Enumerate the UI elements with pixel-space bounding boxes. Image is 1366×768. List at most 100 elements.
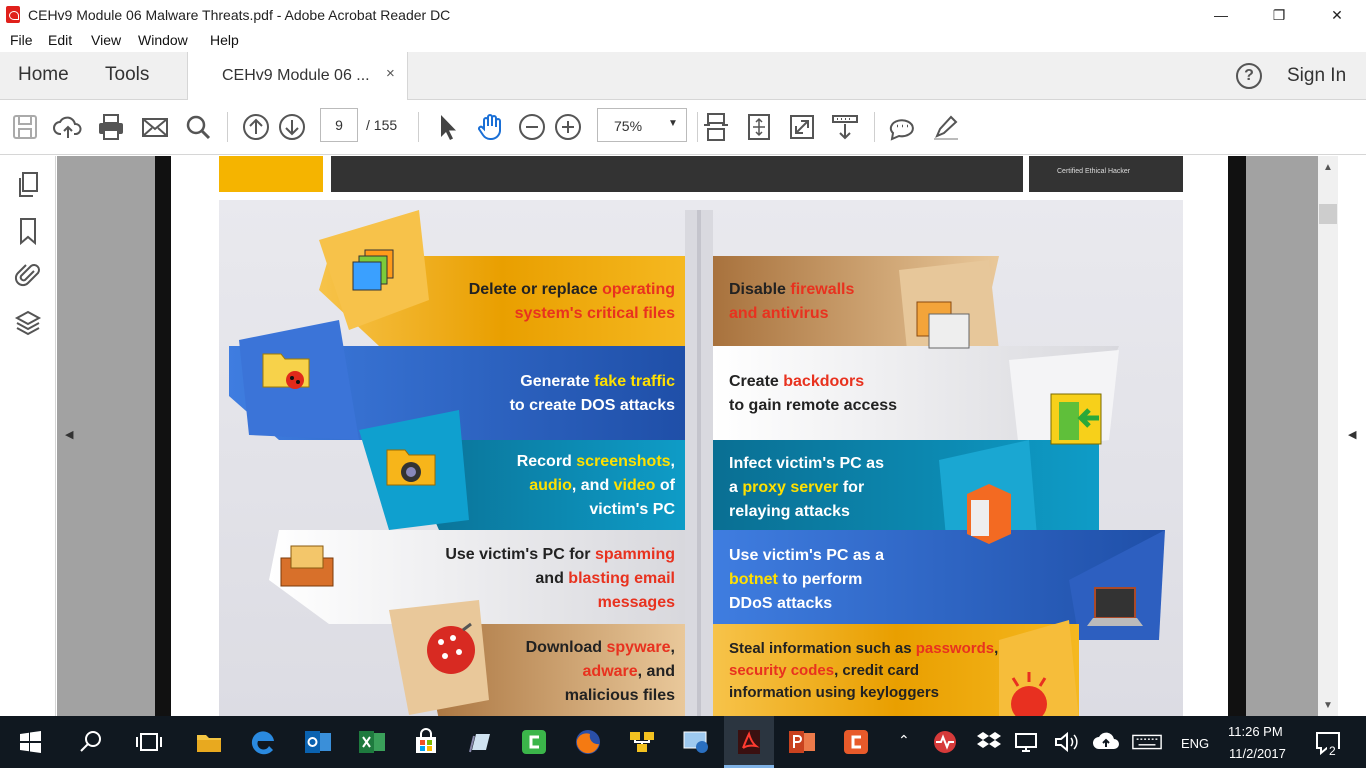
task-view-icon[interactable]	[133, 726, 165, 758]
menu-window[interactable]: Window	[138, 32, 188, 48]
close-window-button[interactable]: ✕	[1308, 0, 1366, 30]
edge-browser-icon[interactable]	[247, 726, 279, 758]
scroll-up-icon[interactable]: ▲	[1323, 162, 1333, 173]
text-segment: to gain remote access	[729, 397, 898, 414]
text-segment: Record	[516, 453, 577, 470]
minimize-button[interactable]: —	[1192, 0, 1250, 30]
vertical-scrollbar[interactable]: ▲ ▼	[1318, 156, 1338, 716]
activity-monitor-icon[interactable]	[929, 726, 957, 758]
dropbox-icon[interactable]	[973, 726, 1001, 758]
zoom-out-icon[interactable]	[516, 111, 548, 143]
select-cursor-icon[interactable]	[432, 111, 464, 143]
menu-edit[interactable]: Edit	[48, 32, 72, 48]
page-number-input[interactable]: 9	[320, 108, 358, 142]
scroll-down-icon[interactable]: ▼	[1323, 700, 1333, 711]
firefox-icon[interactable]	[572, 726, 604, 758]
text-segment: messages	[597, 594, 675, 611]
remote-desktop-icon[interactable]	[680, 726, 712, 758]
full-screen-icon[interactable]	[786, 111, 818, 143]
next-page-icon[interactable]	[276, 111, 308, 143]
search-icon[interactable]	[182, 111, 214, 143]
save-icon[interactable]	[9, 111, 41, 143]
input-language[interactable]: ENG	[1181, 736, 1209, 751]
menu-file[interactable]: File	[10, 32, 33, 48]
fit-page-icon[interactable]	[743, 111, 775, 143]
text-segment: Create	[729, 373, 784, 390]
menu-view[interactable]: View	[91, 32, 121, 48]
text-line: security codes, credit card	[729, 660, 1049, 682]
document-margin-right	[1246, 156, 1318, 716]
toolbar-separator	[697, 112, 698, 142]
read-mode-icon[interactable]	[829, 111, 861, 143]
menu-bar: File Edit View Window Help	[0, 30, 1366, 52]
collapse-left-pane-icon[interactable]: ◀	[65, 428, 73, 441]
text-line: Disable firewalls	[729, 278, 1029, 302]
scrollbar-thumb[interactable]	[1319, 204, 1337, 224]
search-icon[interactable]	[75, 726, 107, 758]
chevron-down-icon: ▼	[668, 118, 678, 129]
powerpoint-icon[interactable]	[786, 726, 818, 758]
text-segment: ,	[670, 639, 675, 656]
camtasia-icon[interactable]	[518, 726, 550, 758]
zoom-select[interactable]: 75% ▼	[597, 108, 687, 142]
tab-bar: Home Tools CEHv9 Module 06 ... × ? Sign …	[0, 52, 1366, 100]
menu-help[interactable]: Help	[210, 32, 239, 48]
layers-icon[interactable]	[14, 308, 42, 338]
cloud-upload-icon[interactable]	[52, 111, 84, 143]
scrolling-mode-icon[interactable]	[700, 111, 732, 143]
network-tool-icon[interactable]	[626, 726, 658, 758]
text-line: and antivirus	[729, 302, 1029, 326]
text-line: Infect victim's PC as	[729, 452, 1029, 476]
text-segment: to create DOS attacks	[509, 397, 675, 414]
attachment-icon[interactable]	[14, 259, 42, 289]
text-segment: to perform	[777, 571, 863, 588]
store-icon[interactable]	[410, 726, 442, 758]
text-line: system's critical files	[419, 302, 675, 326]
email-icon[interactable]	[139, 111, 171, 143]
text-line: Download spyware,	[439, 636, 675, 660]
left-item-spamming: Use victim's PC for spamming and blasting…	[379, 543, 675, 615]
network-icon[interactable]	[1010, 726, 1037, 758]
restore-button[interactable]: ❐	[1250, 0, 1308, 30]
comment-icon[interactable]	[887, 111, 919, 143]
text-line: to create DOS attacks	[419, 394, 675, 418]
print-icon[interactable]	[95, 111, 127, 143]
text-line: adware, and	[439, 660, 675, 684]
clock-date[interactable]: 11/2/2017	[1229, 746, 1286, 761]
text-segment: , credit card	[834, 662, 920, 679]
file-explorer-icon[interactable]	[193, 726, 225, 758]
camtasia-recorder-icon[interactable]	[840, 726, 872, 758]
cloud-sync-icon[interactable]	[1090, 726, 1119, 758]
page-thumbnails-icon[interactable]	[14, 170, 42, 200]
excel-icon[interactable]	[356, 726, 388, 758]
volume-icon[interactable]	[1050, 726, 1078, 758]
zoom-in-icon[interactable]	[552, 111, 584, 143]
text-line: Generate fake traffic	[419, 370, 675, 394]
acrobat-reader-taskbar-icon[interactable]	[733, 726, 765, 758]
notes-app-icon[interactable]	[464, 726, 496, 758]
clock-time[interactable]: 11:26 PM	[1228, 724, 1283, 739]
bookmark-icon[interactable]	[14, 216, 42, 246]
text-segment: system's critical files	[514, 305, 675, 322]
text-segment: operating	[602, 281, 675, 298]
hand-tool-icon[interactable]	[474, 111, 506, 143]
windows-start-icon[interactable]	[14, 726, 46, 758]
text-line: victim's PC	[419, 498, 675, 522]
text-segment: Delete or replace	[468, 281, 603, 298]
keyboard-icon[interactable]	[1131, 726, 1165, 758]
help-icon[interactable]: ?	[1236, 63, 1262, 89]
text-segment: Infect victim's PC as	[729, 455, 884, 472]
tab-home[interactable]: Home	[18, 64, 69, 86]
close-tab-icon[interactable]: ×	[386, 65, 395, 82]
toolbar-separator	[418, 112, 419, 142]
previous-page-icon[interactable]	[240, 111, 272, 143]
highlight-pen-icon[interactable]	[930, 111, 962, 143]
tab-document[interactable]: CEHv9 Module 06 ... ×	[187, 52, 408, 100]
tab-tools[interactable]: Tools	[105, 64, 149, 86]
text-segment: ,	[670, 453, 675, 470]
text-segment: video	[613, 477, 656, 494]
sign-in-button[interactable]: Sign In	[1287, 65, 1346, 87]
outlook-icon[interactable]	[302, 726, 334, 758]
chevron-up-icon[interactable]: ⌃	[898, 732, 910, 749]
expand-right-pane-icon[interactable]: ◀	[1348, 428, 1356, 441]
